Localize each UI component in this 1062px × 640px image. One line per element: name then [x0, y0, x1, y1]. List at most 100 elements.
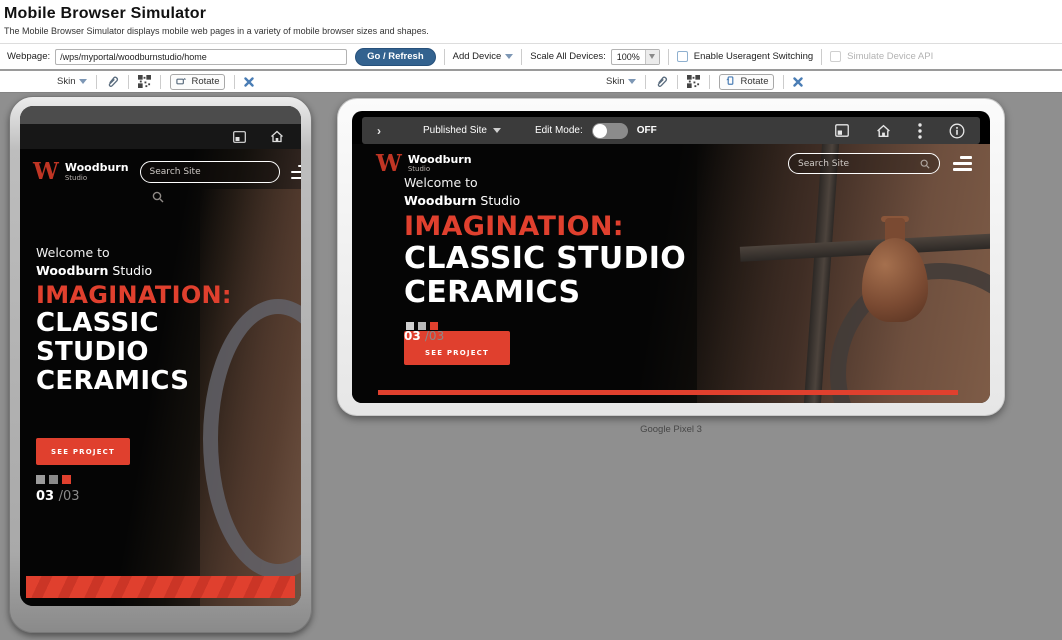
qr-code-icon[interactable]	[687, 75, 700, 88]
hero-headline-main: CLASSIC STUDIO CERAMICS	[404, 242, 844, 309]
phone-device-frame: W Woodburn Studio	[9, 96, 312, 633]
scale-value: 100%	[612, 50, 645, 64]
info-icon[interactable]	[949, 123, 965, 139]
site-logo[interactable]: W Woodburn Studio	[33, 162, 129, 182]
go-refresh-button[interactable]: Go / Refresh	[355, 48, 436, 66]
hero-section: Welcome to WoodburnStudio IMAGINATION: C…	[20, 245, 301, 396]
footer-red-bar	[26, 576, 295, 598]
chevron-down-icon	[505, 54, 513, 59]
hero-headline-main: CLASSIC STUDIO CERAMICS	[36, 309, 221, 396]
link-url-icon[interactable]	[655, 75, 668, 88]
content-panel-icon[interactable]	[835, 124, 849, 137]
toolbar-icon-group	[835, 123, 965, 139]
qr-code-icon[interactable]	[138, 75, 151, 88]
device-control-strip: Skin Rotate	[0, 71, 1062, 93]
page-title: Mobile Browser Simulator	[4, 5, 1057, 23]
chevron-down-icon	[628, 79, 636, 84]
slide-current: 03	[36, 489, 54, 504]
menu-hamburger-icon[interactable]	[953, 156, 972, 171]
rotate-phone-icon	[725, 76, 736, 87]
hero-brand-rest: Studio	[480, 193, 520, 208]
site-header: W Woodburn Studio	[20, 149, 301, 183]
kebab-menu-icon[interactable]	[918, 123, 922, 139]
home-icon[interactable]	[876, 124, 891, 138]
device-toolbar-right: Skin Rotate	[606, 71, 803, 92]
device-toolbar-left: Skin Rotate	[57, 71, 254, 92]
slide-counter: 03 /03	[404, 329, 444, 343]
woodburn-w-logo-icon: W	[33, 162, 59, 182]
site-header: W Woodburn Studio	[352, 144, 990, 174]
phone-site-viewport: W Woodburn Studio	[20, 149, 301, 606]
rotate-button[interactable]: Rotate	[170, 74, 225, 90]
see-project-button[interactable]: SEE PROJECT	[36, 438, 130, 465]
site-search-input[interactable]	[150, 167, 270, 177]
rotate-phone-icon	[176, 76, 187, 87]
logo-brand-text: Woodburn	[65, 162, 129, 174]
slide-square[interactable]	[36, 475, 45, 484]
link-url-icon[interactable]	[106, 75, 119, 88]
slide-total: /03	[425, 329, 444, 343]
tablet-screen: › Published Site Edit Mode: OFF	[352, 111, 990, 403]
slide-square[interactable]	[49, 475, 58, 484]
divider	[677, 75, 678, 89]
footer-red-bar	[378, 390, 958, 395]
site-search-input[interactable]	[798, 159, 920, 169]
toolbar-divider	[668, 49, 669, 65]
search-icon	[152, 191, 164, 203]
add-device-label: Add Device	[453, 51, 502, 62]
edit-mode-label: Edit Mode:	[535, 125, 583, 136]
hero-brand-rest: Studio	[112, 263, 152, 278]
skin-label: Skin	[57, 76, 75, 87]
slide-current: 03	[404, 329, 421, 343]
divider	[128, 75, 129, 89]
skin-label: Skin	[606, 76, 624, 87]
phone-screen: W Woodburn Studio	[20, 106, 301, 606]
divider	[234, 75, 235, 89]
logo-sub-text: Studio	[65, 175, 129, 182]
chevron-down-icon	[649, 54, 655, 59]
close-device-icon[interactable]	[793, 77, 803, 87]
hero-brand-bold: Woodburn	[36, 263, 108, 278]
menu-hamburger-icon[interactable]	[291, 165, 301, 180]
site-search-box[interactable]	[788, 153, 940, 174]
home-icon[interactable]	[270, 130, 284, 143]
site-logo[interactable]: W Woodburn Studio	[376, 154, 472, 174]
scale-dropdown-arrow[interactable]	[645, 50, 659, 64]
app-header: Mobile Browser Simulator The Mobile Brow…	[0, 0, 1062, 43]
tablet-portal-toolbar: › Published Site Edit Mode: OFF	[362, 117, 980, 144]
chevron-down-icon	[493, 128, 501, 133]
content-panel-icon[interactable]	[233, 131, 246, 143]
toggle-knob	[593, 124, 607, 138]
simulate-api-label: Simulate Device API	[847, 51, 933, 62]
logo-sub-text: Studio	[408, 166, 472, 173]
slide-square-active[interactable]	[62, 475, 71, 484]
add-device-menu[interactable]: Add Device	[453, 51, 514, 62]
scale-select[interactable]: 100%	[611, 49, 660, 65]
hero-brand-line: WoodburnStudio	[404, 193, 990, 208]
chevron-down-icon	[79, 79, 87, 84]
hero-brand-line: Woodburn Studio	[36, 263, 301, 278]
published-site-menu[interactable]: Published Site	[423, 125, 501, 136]
divider	[709, 75, 710, 89]
site-search-box[interactable]	[140, 161, 280, 183]
main-toolbar: Webpage: Go / Refresh Add Device Scale A…	[0, 43, 1062, 71]
toolbar-divider	[821, 49, 822, 65]
skin-menu[interactable]: Skin	[57, 76, 87, 87]
close-device-icon[interactable]	[244, 77, 254, 87]
toolbar-divider	[521, 49, 522, 65]
slide-total: /03	[59, 489, 80, 504]
divider	[160, 75, 161, 89]
rotate-button[interactable]: Rotate	[719, 74, 774, 90]
toolbar-divider	[444, 49, 445, 65]
webpage-input[interactable]	[55, 49, 347, 65]
edit-mode-toggle[interactable]	[592, 123, 628, 139]
edit-mode-control: Edit Mode: OFF	[535, 123, 657, 139]
page-subtitle: The Mobile Browser Simulator displays mo…	[4, 26, 1057, 36]
simulator-workspace: W Woodburn Studio	[0, 93, 1062, 640]
skin-menu[interactable]: Skin	[606, 76, 636, 87]
expand-chevron-icon[interactable]: ›	[377, 124, 381, 138]
useragent-checkbox[interactable]	[677, 51, 688, 62]
useragent-label: Enable Useragent Switching	[694, 51, 813, 62]
scale-label: Scale All Devices:	[530, 51, 606, 62]
hero-headline-accent: IMAGINATION:	[404, 211, 990, 242]
